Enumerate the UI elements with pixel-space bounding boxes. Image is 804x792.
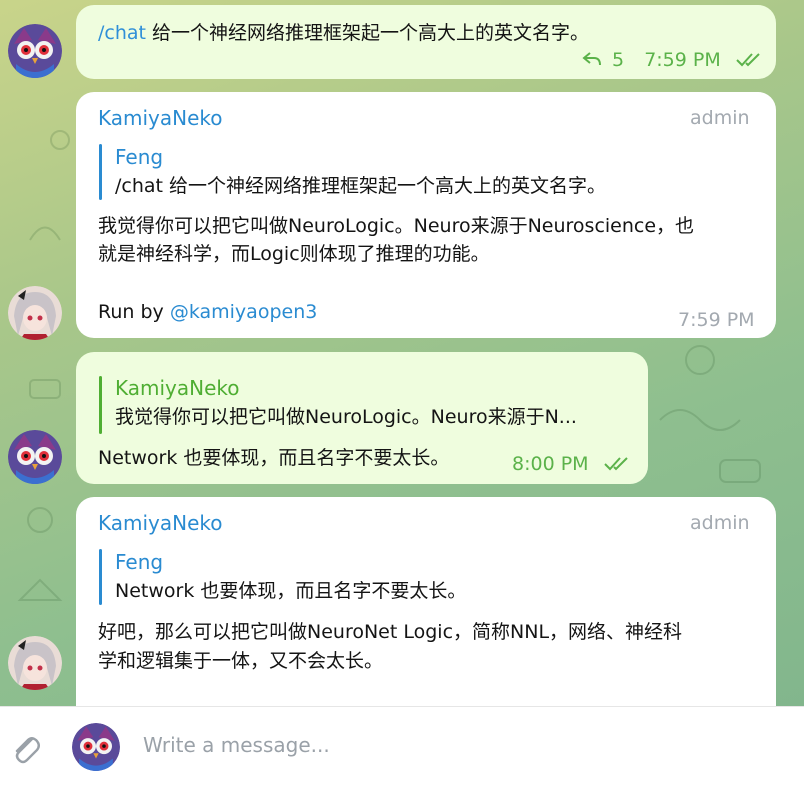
quote-bar	[99, 144, 102, 200]
message-footer: Run by @kamiyaopen3	[98, 301, 318, 323]
message-text-line: 学和逻辑集于一体，又不会太长。	[98, 650, 384, 672]
message-text: /chat 给一个神经网络推理框架起一个高大上的英文名字。	[98, 22, 590, 44]
send-as-avatar[interactable]	[72, 723, 120, 771]
message-meta: 8:00 PM	[512, 450, 633, 478]
bot-command-link[interactable]: /chat	[98, 22, 146, 44]
sender-name[interactable]: KamiyaNeko	[98, 104, 223, 132]
avatar-owl[interactable]	[8, 24, 62, 78]
reply-count[interactable]: 5	[612, 49, 624, 71]
message-time: 8:00 PM	[512, 453, 589, 475]
message-bubble-incoming[interactable]: KamiyaNeko admin Feng Network 也要体现，而且名字不…	[76, 497, 776, 706]
message-bubble-incoming[interactable]: KamiyaNeko admin Feng /chat 给一个神经网络推理框架起…	[76, 92, 776, 338]
message-bubble-outgoing[interactable]: KamiyaNeko 我觉得你可以把它叫做NeuroLogic。Neuro来源于…	[76, 352, 648, 484]
paperclip-icon[interactable]	[6, 729, 46, 769]
message-text-line: 就是神经科学，而Logic则体现了推理的功能。	[98, 243, 490, 265]
admin-badge: admin	[690, 512, 750, 534]
reply-arrow-icon[interactable]	[582, 49, 608, 71]
message-composer: Write a message...	[0, 706, 804, 792]
message-input[interactable]: Write a message...	[143, 733, 330, 757]
avatar-owl[interactable]	[8, 430, 62, 484]
sender-name[interactable]: KamiyaNeko	[98, 509, 223, 537]
message-text: Network 也要体现，而且名字不要太长。	[98, 447, 450, 469]
avatar-anime-girl[interactable]	[8, 636, 62, 690]
quote-bar	[99, 549, 102, 605]
quote-author[interactable]: Feng	[115, 143, 163, 171]
quote-author[interactable]: Feng	[115, 548, 163, 576]
read-checkmarks-icon	[735, 49, 765, 71]
quote-bar	[99, 376, 102, 434]
message-text-line: 我觉得你可以把它叫做NeuroLogic。Neuro来源于Neuroscienc…	[98, 215, 695, 237]
message-bubble-outgoing[interactable]: /chat 给一个神经网络推理框架起一个高大上的英文名字。 5 7:59 PM	[76, 5, 776, 79]
quote-text[interactable]: Network 也要体现，而且名字不要太长。	[115, 577, 466, 605]
message-time: 7:59 PM	[644, 49, 721, 71]
admin-badge: admin	[690, 107, 750, 129]
mention-link[interactable]: @kamiyaopen3	[170, 301, 318, 323]
quote-author[interactable]: KamiyaNeko	[115, 374, 240, 402]
message-time: 7:59 PM	[678, 309, 755, 331]
chat-area[interactable]: /chat 给一个神经网络推理框架起一个高大上的英文名字。 5 7:59 PM …	[0, 0, 804, 706]
read-checkmarks-icon	[603, 453, 633, 475]
message-text-line: 好吧，那么可以把它叫做NeuroNet Logic，简称NNL，网络、神经科	[98, 621, 683, 643]
quote-text[interactable]: 我觉得你可以把它叫做NeuroLogic。Neuro来源于N...	[115, 403, 577, 431]
message-meta: 5 7:59 PM	[582, 46, 765, 74]
avatar-anime-girl[interactable]	[8, 286, 62, 340]
quote-text[interactable]: /chat 给一个神经网络推理框架起一个高大上的英文名字。	[115, 172, 606, 200]
